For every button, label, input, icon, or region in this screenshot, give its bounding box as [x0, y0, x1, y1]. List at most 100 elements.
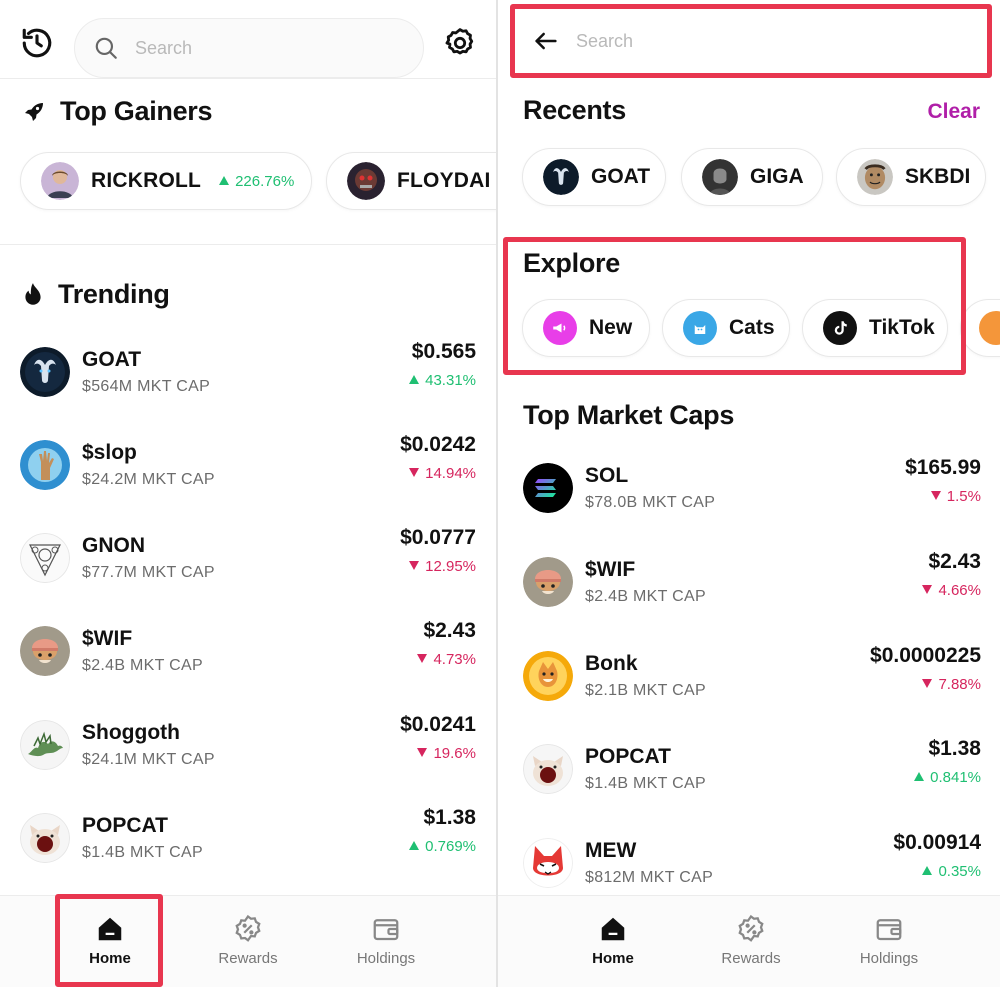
token-name: Bonk: [585, 652, 638, 675]
nav-label: Holdings: [859, 950, 919, 967]
token-info: $WIF $2.4B MKT CAP: [585, 558, 706, 606]
token-row-wif[interactable]: $WIF $2.4B MKT CAP $2.43 4.73%: [20, 611, 476, 691]
token-price: $2.43: [928, 550, 981, 573]
token-row-goat[interactable]: GOAT $564M MKT CAP $0.565 43.31%: [20, 332, 476, 412]
back-arrow-icon[interactable]: [532, 27, 560, 55]
explore-chip-new[interactable]: New: [522, 299, 650, 357]
nav-holdings[interactable]: Holdings: [834, 914, 944, 967]
gainer-chip-floydai[interactable]: FLOYDAI: [326, 152, 496, 210]
search-bar[interactable]: [74, 18, 424, 78]
token-market-cap: $78.0B MKT CAP: [585, 494, 716, 511]
token-market-cap: $1.4B MKT CAP: [585, 775, 706, 792]
up-arrow-icon: [922, 866, 933, 875]
token-price-block: $1.38 0.769%: [409, 806, 476, 855]
token-market-cap: $77.7M MKT CAP: [82, 564, 215, 581]
down-arrow-icon: [922, 679, 933, 688]
goat-avatar: [543, 159, 579, 195]
token-change: 0.35%: [893, 863, 981, 880]
down-arrow-icon: [409, 561, 420, 570]
token-change: 1.5%: [905, 488, 981, 505]
left-screen: Top Gainers RICKROLL 226.76% FLOYDAI Tre…: [0, 0, 496, 987]
token-change: 12.95%: [400, 558, 476, 575]
clear-recents-button[interactable]: Clear: [927, 100, 980, 124]
token-row-sol[interactable]: SOL $78.0B MKT CAP $165.99 1.5%: [523, 448, 981, 528]
token-price: $0.0777: [400, 526, 476, 549]
token-row-wif[interactable]: $WIF $2.4B MKT CAP $2.43 4.66%: [523, 542, 981, 622]
search-icon: [93, 35, 119, 61]
down-arrow-icon: [417, 748, 428, 757]
down-arrow-icon: [922, 585, 933, 594]
token-row-gnon[interactable]: GNON $77.7M MKT CAP $0.0777 12.95%: [20, 518, 476, 598]
trending-heading: Trending: [22, 279, 170, 310]
home-icon: [98, 917, 122, 941]
nav-home[interactable]: Home: [558, 914, 668, 967]
shoggoth-avatar: [20, 720, 70, 770]
token-info: $slop $24.2M MKT CAP: [82, 441, 215, 489]
token-info: Shoggoth $24.1M MKT CAP: [82, 721, 215, 769]
token-change: 19.6%: [400, 745, 476, 762]
nav-rewards[interactable]: Rewards: [696, 914, 806, 967]
down-arrow-icon: [409, 468, 420, 477]
divider: [0, 78, 496, 79]
recent-chip-skbdi[interactable]: SKBDI: [836, 148, 986, 206]
token-row-popcat[interactable]: POPCAT $1.4B MKT CAP $1.38 0.769%: [20, 798, 476, 878]
down-arrow-icon: [417, 654, 428, 663]
token-price-block: $0.0241 19.6%: [400, 713, 476, 762]
nav-label: Home: [89, 950, 131, 967]
top-market-caps-heading: Top Market Caps: [523, 400, 734, 431]
explore-title: Explore: [523, 248, 620, 278]
settings-gear-icon[interactable]: [443, 26, 477, 60]
chip-label: TikTok: [869, 316, 935, 339]
chip-label: GIGA: [750, 165, 804, 188]
explore-heading: Explore: [523, 248, 620, 279]
token-price-block: $0.0242 14.94%: [400, 433, 476, 482]
floydai-avatar: [347, 162, 385, 200]
divider: [0, 244, 496, 245]
token-row-shoggoth[interactable]: Shoggoth $24.1M MKT CAP $0.0241 19.6%: [20, 705, 476, 785]
history-icon[interactable]: [20, 26, 54, 60]
cat-icon: [683, 311, 717, 345]
token-row-mew[interactable]: MEW $812M MKT CAP $0.00914 0.35%: [523, 823, 981, 903]
giga-avatar: [702, 159, 738, 195]
search-bar[interactable]: [512, 8, 988, 74]
top-gainers-title: Top Gainers: [60, 96, 213, 126]
up-arrow-icon: [409, 841, 420, 850]
up-arrow-icon: [409, 375, 420, 384]
skbdi-avatar: [857, 159, 893, 195]
explore-chip-tiktok[interactable]: TikTok: [802, 299, 948, 357]
token-row-bonk[interactable]: Bonk $2.1B MKT CAP $0.0000225 7.88%: [523, 636, 981, 716]
nav-home[interactable]: Home: [55, 914, 165, 967]
chip-label: GOAT: [591, 165, 651, 188]
top-market-caps-title: Top Market Caps: [523, 400, 735, 430]
nav-holdings[interactable]: Holdings: [331, 914, 441, 967]
recent-chip-giga[interactable]: GIGA: [681, 148, 823, 206]
chip-label: New: [589, 316, 633, 339]
explore-category-icon: [979, 311, 1000, 345]
search-input[interactable]: [135, 37, 375, 59]
bonk-avatar: [523, 651, 573, 701]
explore-chip-more[interactable]: [960, 299, 1000, 357]
token-row-popcat[interactable]: POPCAT $1.4B MKT CAP $1.38 0.841%: [523, 729, 981, 809]
token-price: $0.0242: [400, 433, 476, 456]
gainer-change: 226.76%: [219, 173, 294, 190]
explore-chip-cats[interactable]: Cats: [662, 299, 790, 357]
token-price-block: $2.43 4.73%: [417, 619, 476, 668]
rickroll-avatar: [41, 162, 79, 200]
token-name: $slop: [82, 441, 137, 464]
popcat-avatar: [523, 744, 573, 794]
gainer-chip-rickroll[interactable]: RICKROLL 226.76%: [20, 152, 312, 210]
token-name: POPCAT: [82, 814, 168, 837]
home-icon: [601, 917, 625, 941]
recent-chip-goat[interactable]: GOAT: [522, 148, 666, 206]
token-change: 14.94%: [400, 465, 476, 482]
token-price-block: $0.0000225 7.88%: [870, 644, 981, 693]
token-price-block: $1.38 0.841%: [914, 737, 981, 786]
token-name: GOAT: [82, 348, 142, 371]
nav-rewards[interactable]: Rewards: [193, 914, 303, 967]
token-price: $1.38: [928, 737, 981, 760]
search-input[interactable]: [576, 30, 816, 52]
token-row-slop[interactable]: $slop $24.2M MKT CAP $0.0242 14.94%: [20, 425, 476, 505]
token-market-cap: $2.1B MKT CAP: [585, 682, 706, 699]
token-price: $0.565: [411, 340, 476, 363]
trending-title: Trending: [58, 279, 170, 309]
